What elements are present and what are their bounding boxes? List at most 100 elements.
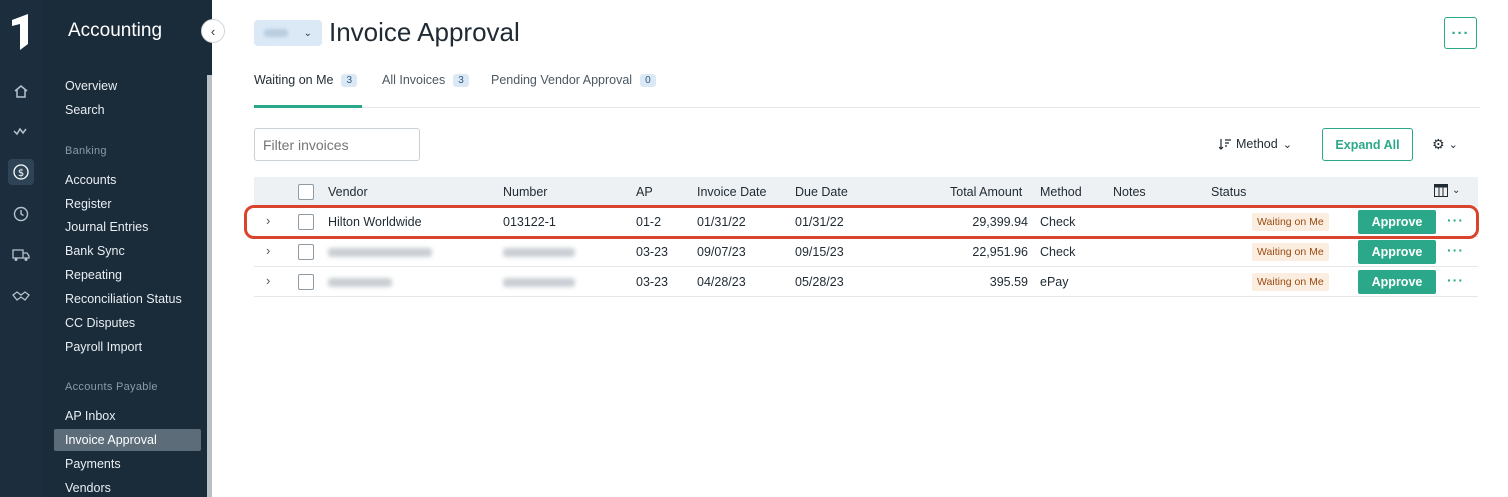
vendor-cell-redacted — [328, 248, 432, 257]
method-cell: Check — [1040, 215, 1076, 229]
column-number[interactable]: Number — [503, 185, 547, 199]
sidebar-item-invoice-approval[interactable]: Invoice Approval — [54, 429, 201, 451]
invoice-date-cell: 09/07/23 — [697, 245, 746, 259]
expand-row-icon[interactable]: › — [266, 273, 270, 288]
app-logo — [12, 14, 28, 50]
column-total-amount[interactable]: Total Amount — [950, 185, 1022, 199]
sort-method-dropdown[interactable]: Method ⌄ — [1219, 137, 1292, 151]
entity-selector[interactable]: ⌄ — [254, 20, 322, 46]
active-tab-indicator — [254, 105, 362, 108]
sidebar-section-banking: Banking — [65, 145, 107, 157]
columns-icon — [1434, 184, 1448, 197]
tab-count-badge: 3 — [453, 73, 469, 87]
home-icon[interactable] — [8, 78, 34, 104]
sidebar-item-ap-inbox[interactable]: AP Inbox — [65, 409, 116, 423]
column-status[interactable]: Status — [1211, 185, 1246, 199]
sidebar-item-register[interactable]: Register — [65, 197, 112, 211]
number-cell: 013122-1 — [503, 215, 556, 229]
column-ap[interactable]: AP — [636, 185, 653, 199]
sort-icon — [1219, 139, 1231, 150]
table-row[interactable]: › Hilton Worldwide 013122-1 01-2 01/31/2… — [254, 207, 1478, 237]
table-row[interactable]: › 03-23 04/28/23 05/28/23 395.59 ePay Wa… — [254, 267, 1478, 297]
total-amount-cell: 29,399.94 — [972, 215, 1028, 229]
tab-all-invoices[interactable]: All Invoices 3 — [382, 72, 469, 88]
column-chooser-button[interactable]: ⌄ — [1434, 184, 1460, 197]
icon-rail: $ — [0, 0, 42, 497]
status-badge: Waiting on Me — [1252, 243, 1329, 261]
sidebar-item-vendors[interactable]: Vendors — [65, 481, 111, 495]
expand-row-icon[interactable]: › — [266, 213, 270, 228]
number-cell-redacted — [503, 248, 575, 257]
sidebar-item-repeating[interactable]: Repeating — [65, 268, 122, 282]
dollar-icon[interactable]: $ — [8, 159, 34, 185]
method-cell: Check — [1040, 245, 1076, 259]
total-amount-cell: 22,951.96 — [972, 245, 1028, 259]
approve-button[interactable]: Approve — [1358, 270, 1436, 294]
sidebar-item-search[interactable]: Search — [65, 103, 105, 117]
row-checkbox[interactable] — [298, 244, 314, 260]
column-due-date[interactable]: Due Date — [795, 185, 848, 199]
expand-row-icon[interactable]: › — [266, 243, 270, 258]
table-row[interactable]: › 03-23 09/07/23 09/15/23 22,951.96 Chec… — [254, 237, 1478, 267]
invoice-date-cell: 01/31/22 — [697, 215, 746, 229]
table-header: Vendor Number AP Invoice Date Due Date T… — [254, 177, 1478, 207]
column-method[interactable]: Method — [1040, 185, 1082, 199]
expand-all-button[interactable]: Expand All — [1322, 128, 1413, 161]
row-more-icon[interactable]: ··· — [1447, 272, 1464, 288]
row-checkbox[interactable] — [298, 214, 314, 230]
sidebar-item-bank-sync[interactable]: Bank Sync — [65, 244, 125, 258]
invoice-date-cell: 04/28/23 — [697, 275, 746, 289]
page-more-button[interactable]: ··· — [1444, 17, 1477, 49]
tab-count-badge: 3 — [341, 73, 357, 87]
column-vendor[interactable]: Vendor — [328, 185, 368, 199]
chevron-down-icon: ⌄ — [1282, 138, 1292, 151]
total-amount-cell: 395.59 — [989, 275, 1028, 289]
status-badge: Waiting on Me — [1252, 213, 1329, 231]
column-notes[interactable]: Notes — [1113, 185, 1146, 199]
method-cell: ePay — [1040, 275, 1069, 289]
main-content: ⌄ Invoice Approval ··· Waiting on Me 3 A… — [212, 0, 1508, 497]
tab-label: Pending Vendor Approval — [491, 73, 633, 87]
clock-icon[interactable] — [8, 201, 34, 227]
handshake-icon[interactable] — [8, 283, 34, 309]
sidebar-item-payments[interactable]: Payments — [65, 457, 121, 471]
chevron-down-icon: ⌄ — [1452, 185, 1461, 196]
vendor-cell-redacted — [328, 278, 392, 287]
activity-icon[interactable] — [8, 118, 34, 144]
row-more-icon[interactable]: ··· — [1447, 242, 1464, 258]
ap-cell: 01-2 — [636, 215, 662, 229]
due-date-cell: 09/15/23 — [795, 245, 844, 259]
ap-cell: 03-23 — [636, 245, 668, 259]
tab-waiting-on-me[interactable]: Waiting on Me 3 — [254, 72, 357, 88]
sidebar-title: Accounting — [68, 20, 163, 41]
sidebar-item-cc-disputes[interactable]: CC Disputes — [65, 316, 135, 330]
column-invoice-date[interactable]: Invoice Date — [697, 185, 766, 199]
tab-label: All Invoices — [382, 73, 446, 87]
vendor-cell: Hilton Worldwide — [328, 215, 422, 229]
sidebar-item-accounts[interactable]: Accounts — [65, 173, 116, 187]
sidebar-item-journal-entries[interactable]: Journal Entries — [65, 220, 148, 234]
sidebar-item-payroll-import[interactable]: Payroll Import — [65, 340, 142, 354]
row-checkbox[interactable] — [298, 274, 314, 290]
tab-pending-vendor-approval[interactable]: Pending Vendor Approval 0 — [491, 72, 656, 88]
ap-cell: 03-23 — [636, 275, 668, 289]
truck-icon[interactable] — [8, 242, 34, 268]
page-title: Invoice Approval — [329, 17, 520, 47]
row-more-icon[interactable]: ··· — [1447, 212, 1464, 228]
approve-button[interactable]: Approve — [1358, 240, 1436, 264]
number-cell-redacted — [503, 278, 575, 287]
sidebar-section-accounts-payable: Accounts Payable — [65, 381, 158, 393]
chevron-down-icon: ⌄ — [1448, 139, 1458, 151]
settings-dropdown[interactable]: ⚙ ⌄ — [1432, 136, 1458, 153]
entity-name-redacted — [264, 29, 288, 37]
select-all-checkbox[interactable] — [298, 184, 314, 200]
accounting-sidebar: Accounting Overview Search Banking Accou… — [42, 0, 212, 497]
approve-button[interactable]: Approve — [1358, 210, 1436, 234]
gear-icon: ⚙ — [1432, 136, 1445, 152]
sidebar-item-overview[interactable]: Overview — [65, 79, 117, 93]
sidebar-item-reconciliation-status[interactable]: Reconciliation Status — [65, 292, 182, 306]
filter-invoices-input[interactable] — [254, 128, 420, 161]
sort-label: Method — [1236, 137, 1278, 151]
status-badge: Waiting on Me — [1252, 273, 1329, 291]
tab-label: Waiting on Me — [254, 73, 334, 87]
